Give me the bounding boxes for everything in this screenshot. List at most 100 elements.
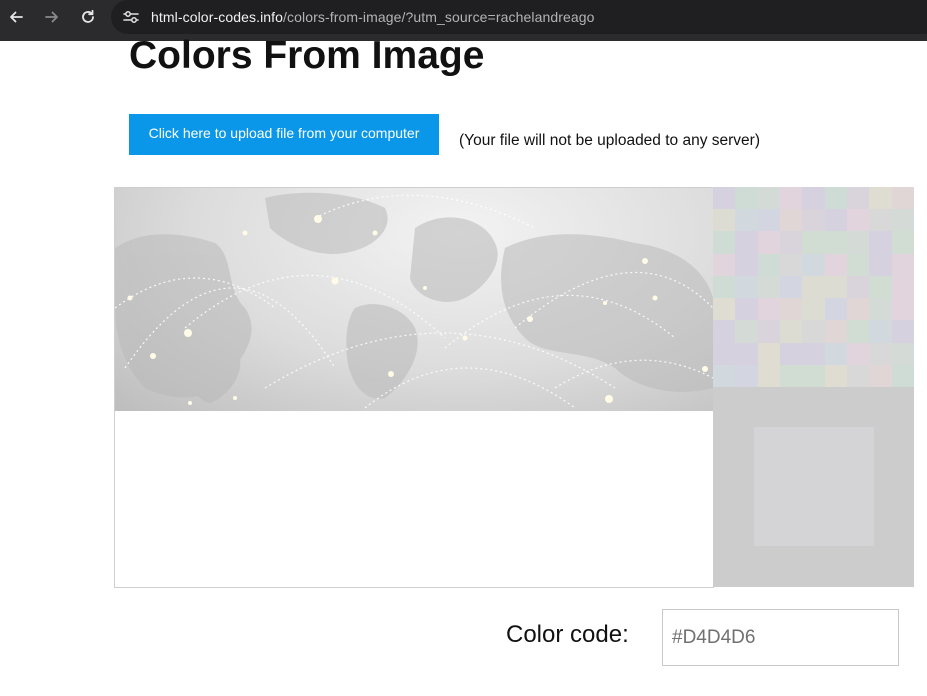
color-preview-panel xyxy=(713,387,914,587)
world-map-image[interactable] xyxy=(115,188,713,411)
magnifier-pixel xyxy=(824,209,847,232)
magnifier-pixel xyxy=(735,275,758,299)
magnifier-pixel xyxy=(713,298,736,321)
magnifier-pixel xyxy=(824,253,847,276)
magnifier-pixel xyxy=(846,231,870,254)
magnifier-pixel xyxy=(824,187,847,210)
magnifier-pixel xyxy=(757,209,780,232)
magnifier-grid xyxy=(713,187,914,387)
magnifier-pixel xyxy=(735,209,758,232)
magnifier-pixel xyxy=(779,364,803,387)
magnifier-pixel xyxy=(869,320,892,343)
color-code-field[interactable] xyxy=(662,609,899,666)
magnifier-pixel xyxy=(713,275,736,299)
magnifier-pixel xyxy=(891,275,914,299)
magnifier-pixel xyxy=(802,187,825,210)
url-path: /colors-from-image/?utm_source=racheland… xyxy=(283,9,595,25)
magnifier-pixel xyxy=(713,342,736,365)
back-arrow-icon[interactable] xyxy=(5,6,27,28)
magnifier-pixel xyxy=(802,231,825,254)
magnifier-pixel xyxy=(779,253,803,276)
upload-privacy-note: (Your file will not be uploaded to any s… xyxy=(459,132,760,149)
magnifier-pixel xyxy=(757,231,780,254)
magnifier-pixel xyxy=(735,320,758,343)
magnifier-pixel xyxy=(869,187,892,210)
world-map-graphic xyxy=(115,192,713,409)
magnifier-pixel xyxy=(779,342,803,365)
magnifier-pixel xyxy=(891,364,914,387)
magnifier-pixel xyxy=(802,275,825,299)
magnifier-pixel xyxy=(846,342,870,365)
magnifier-pixel xyxy=(779,298,803,321)
magnifier-pixel xyxy=(713,320,736,343)
upload-file-button[interactable]: Click here to upload file from your comp… xyxy=(129,114,439,155)
magnifier-pixel xyxy=(757,320,780,343)
magnifier-pixel xyxy=(757,364,780,387)
url-host: html-color-codes.info xyxy=(151,9,284,25)
magnifier-pixel xyxy=(802,253,825,276)
magnifier-pixel xyxy=(779,187,803,210)
magnifier-pixel xyxy=(891,209,914,232)
magnifier-pixel xyxy=(824,275,847,299)
site-settings-icon[interactable] xyxy=(119,7,143,27)
magnifier-pixel xyxy=(869,342,892,365)
magnifier-pixel xyxy=(713,364,736,387)
magnifier-pixel xyxy=(757,298,780,321)
pixel-magnifier xyxy=(713,187,914,387)
magnifier-pixel xyxy=(846,253,870,276)
magnifier-pixel xyxy=(846,320,870,343)
magnifier-pixel xyxy=(824,298,847,321)
magnifier-pixel xyxy=(869,231,892,254)
magnifier-pixel xyxy=(757,253,780,276)
magnifier-pixel xyxy=(891,231,914,254)
reload-icon[interactable] xyxy=(77,6,99,28)
page-title: Colors From Image xyxy=(129,34,485,77)
forward-arrow-icon[interactable] xyxy=(41,6,63,28)
url-text[interactable]: html-color-codes.info/colors-from-image/… xyxy=(151,9,595,25)
magnifier-pixel xyxy=(891,187,914,210)
magnifier-pixel xyxy=(869,253,892,276)
magnifier-pixel xyxy=(824,320,847,343)
magnifier-pixel xyxy=(869,275,892,299)
magnifier-pixel xyxy=(891,253,914,276)
address-bar[interactable]: html-color-codes.info/colors-from-image/… xyxy=(111,0,927,34)
magnifier-pixel xyxy=(757,342,780,365)
magnifier-pixel xyxy=(735,342,758,365)
magnifier-pixel xyxy=(735,253,758,276)
magnifier-pixel xyxy=(846,298,870,321)
color-code-label: Color code: xyxy=(506,621,629,648)
magnifier-pixel xyxy=(824,342,847,365)
magnifier-pixel xyxy=(735,187,758,210)
magnifier-pixel xyxy=(869,209,892,232)
magnifier-pixel xyxy=(846,275,870,299)
magnifier-pixel xyxy=(779,209,803,232)
magnifier-pixel xyxy=(824,364,847,387)
magnifier-pixel xyxy=(713,231,736,254)
magnifier-pixel xyxy=(735,364,758,387)
magnifier-pixel xyxy=(779,275,803,299)
magnifier-pixel xyxy=(869,298,892,321)
magnifier-pixel xyxy=(713,209,736,232)
magnifier-pixel xyxy=(802,209,825,232)
magnifier-pixel xyxy=(891,298,914,321)
magnifier-pixel xyxy=(779,231,803,254)
magnifier-pixel xyxy=(846,364,870,387)
magnifier-pixel xyxy=(802,320,825,343)
magnifier-pixel xyxy=(802,342,825,365)
magnifier-pixel xyxy=(735,298,758,321)
magnifier-pixel xyxy=(735,231,758,254)
magnifier-pixel xyxy=(713,187,736,210)
magnifier-pixel xyxy=(891,342,914,365)
magnifier-pixel xyxy=(802,298,825,321)
image-canvas-frame xyxy=(114,187,714,588)
magnifier-pixel xyxy=(846,209,870,232)
magnifier-pixel xyxy=(846,187,870,210)
magnifier-pixel xyxy=(757,275,780,299)
magnifier-pixel xyxy=(802,364,825,387)
magnifier-pixel xyxy=(779,320,803,343)
magnifier-pixel xyxy=(869,364,892,387)
magnifier-pixel xyxy=(713,253,736,276)
magnifier-pixel xyxy=(891,320,914,343)
magnifier-pixel xyxy=(757,187,780,210)
selected-color-swatch xyxy=(754,427,874,546)
